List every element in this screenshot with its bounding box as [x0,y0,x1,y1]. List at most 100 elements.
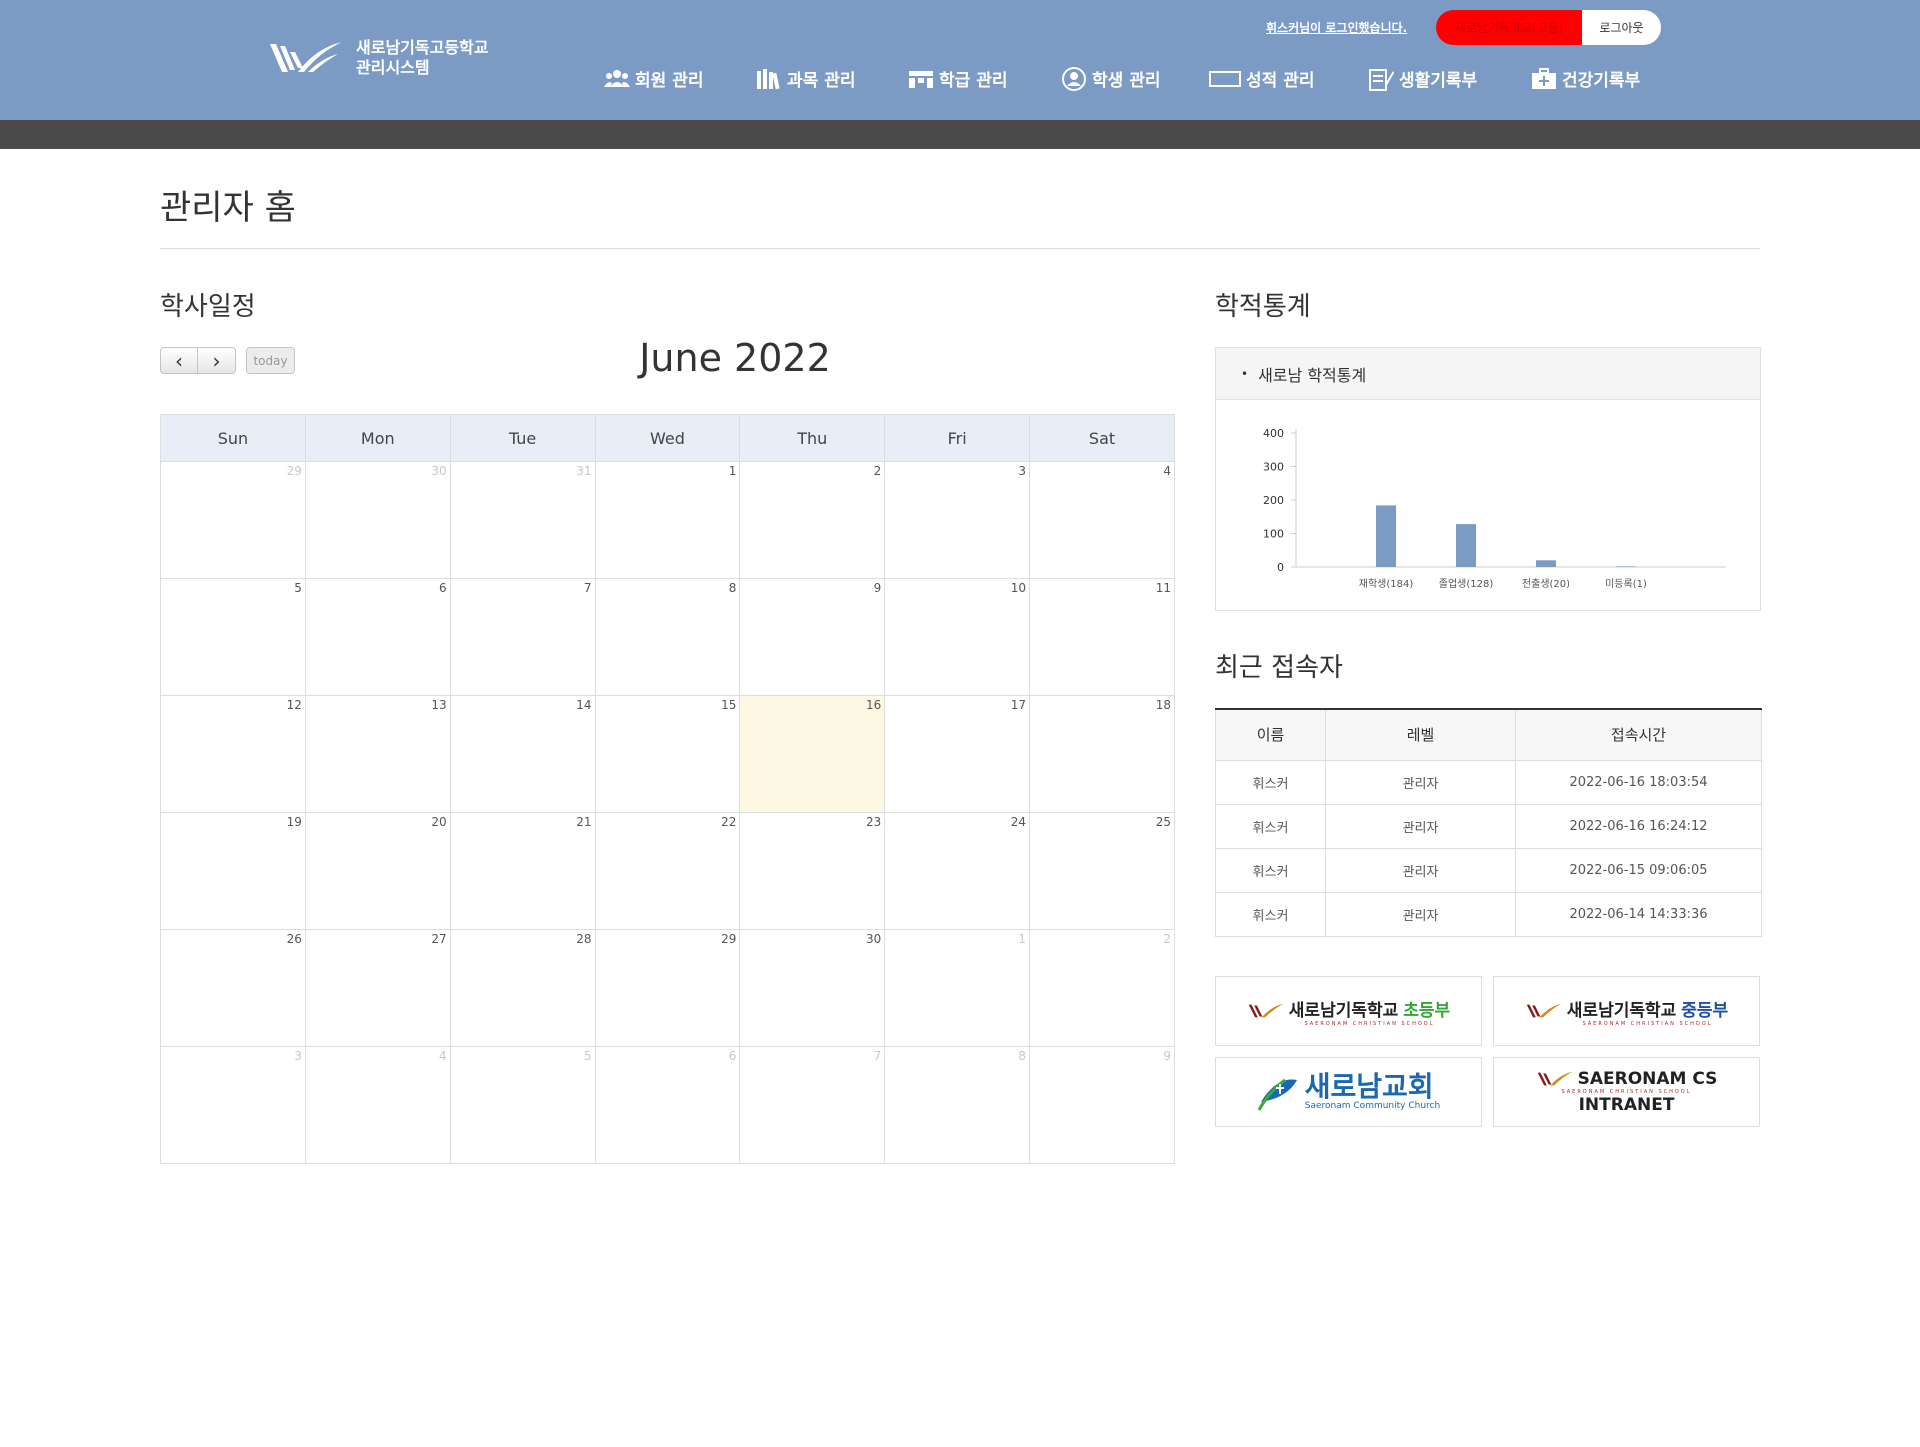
calendar-day[interactable]: 11 [1029,578,1175,696]
calendar-day[interactable]: 2 [739,461,886,579]
school-logo[interactable]: 새로남기독고등학교 관리시스템 [268,38,488,78]
calendar-day[interactable]: 6 [594,1046,741,1164]
day-number: 5 [583,1049,592,1063]
nav-member-management[interactable]: 회원 관리 [604,66,756,91]
calendar-day[interactable]: 4 [1029,461,1175,579]
calendar-day[interactable]: 15 [594,695,741,813]
calendar-day[interactable]: 29 [594,929,741,1047]
chart-bar[interactable] [1456,524,1476,567]
day-number: 12 [286,698,302,712]
header-divider-strip [0,120,1920,149]
logout-button[interactable]: 로그아웃 [1582,10,1661,45]
prev-month-button[interactable]: ‹ [160,347,198,374]
users-icon [604,69,630,87]
calendar-body: 29 30 31 1 2 3 4 5 6 7 8 9 10 11 12 13 14 15 16 17 18 19 20 21 2… [160,461,1175,1164]
nav-subject-management[interactable]: 과목 관리 [756,66,908,91]
day-number: 1 [1018,932,1027,946]
calendar-day[interactable]: 8 [884,1046,1031,1164]
weekday-header: Sun [160,414,306,462]
nav-grade-management[interactable]: 성적 관리 [1209,66,1368,91]
day-number: 23 [865,815,882,829]
calendar-day[interactable]: 17 [884,695,1031,813]
calendar-day[interactable]: 10 [884,578,1031,696]
calendar-day[interactable]: 13 [304,695,451,813]
calendar-day[interactable]: 18 [1029,695,1175,813]
calendar-day[interactable]: 30 [304,461,451,579]
calendar-day[interactable]: 5 [160,578,306,696]
elementary-school-link[interactable]: 새로남기독학교 초등부 SAERONAM CHRISTIAN SCHOOL [1215,976,1482,1046]
nav-label: 학급 관리 [939,71,1008,91]
calendar-day[interactable]: 14 [449,695,596,813]
nav-label: 회원 관리 [635,71,704,91]
day-number: 3 [1018,464,1027,478]
user-school-badge[interactable]: 새로남기독학교(고등) [1436,10,1582,45]
visitor-time-cell: 2022-06-15 09:06:05 [1515,847,1762,893]
login-status-link[interactable]: 휘스커님이 로그인했습니다. [1266,19,1407,36]
church-link[interactable]: 새로남교회 Saeronam Community Church [1215,1057,1482,1127]
school-subtitle: SAERONAM CHRISTIAN SCHOOL [1304,1020,1435,1027]
visitors-section-title: 최근 접속자 [1215,653,1343,683]
day-number: 5 [294,581,302,595]
calendar-day[interactable]: 25 [1029,812,1175,930]
table-row: 휘스커 관리자 2022-06-16 16:24:12 [1215,803,1762,849]
chart-bar[interactable] [1376,505,1396,567]
calendar-day[interactable]: 22 [594,812,741,930]
column-header-level: 레벨 [1325,708,1516,761]
nav-label: 학생 관리 [1092,71,1161,91]
calendar-month-title: June 2022 [639,336,831,380]
nav-life-record[interactable]: 생활기록부 [1368,66,1531,91]
calendar-day[interactable]: 29 [160,461,306,579]
intranet-link[interactable]: SAERONAM CS SAERONAM CHRISTIAN SCHOOL IN… [1493,1057,1760,1127]
calendar-day[interactable]: 1 [594,461,741,579]
calendar-day[interactable]: 5 [449,1046,596,1164]
chart-bar[interactable] [1616,566,1636,567]
table-row: 휘스커 관리자 2022-06-15 09:06:05 [1215,847,1762,893]
weekday-header: Wed [594,414,741,462]
visitor-time-cell: 2022-06-14 14:33:36 [1515,891,1762,937]
calendar-day[interactable]: 9 [1029,1046,1175,1164]
calendar-day[interactable]: 7 [449,578,596,696]
school-logo-icon [1248,1003,1284,1018]
nav-class-management[interactable]: 학급 관리 [908,66,1061,91]
middle-school-link[interactable]: 새로남기독학교 중등부 SAERONAM CHRISTIAN SCHOOL [1493,976,1760,1046]
chevron-left-icon: ‹ [175,348,183,373]
calendar-day[interactable]: 9 [739,578,886,696]
calendar-day[interactable]: 1 [884,929,1031,1047]
day-number: 28 [576,932,592,946]
today-button[interactable]: today [246,347,295,374]
next-month-button[interactable]: › [198,347,236,374]
calendar-day[interactable]: 30 [739,929,886,1047]
calendar-day[interactable]: 23 [739,812,886,930]
day-number: 30 [431,464,447,478]
calendar-day[interactable]: 20 [304,812,451,930]
calendar-week-row: 12 13 14 15 16 17 18 [160,695,1175,813]
calendar-day[interactable]: 7 [739,1046,886,1164]
calendar-day[interactable]: 8 [594,578,741,696]
visitor-level-cell: 관리자 [1325,759,1516,805]
chart-bar[interactable] [1536,560,1556,567]
calendar-day[interactable]: 31 [449,461,596,579]
calendar-day[interactable]: 12 [160,695,306,813]
calendar-day[interactable]: 26 [160,929,306,1047]
calendar-day[interactable]: 21 [449,812,596,930]
calendar-day-today[interactable]: 16 [739,695,886,813]
calendar-day[interactable]: 19 [160,812,306,930]
visitors-header-row: 이름 레벨 접속시간 [1215,708,1762,761]
calendar-day[interactable]: 3 [160,1046,306,1164]
nav-student-management[interactable]: 학생 관리 [1061,66,1209,91]
weekday-header: Fri [884,414,1031,462]
calendar-controls: ‹ › today [160,347,295,374]
nav-health-record[interactable]: 건강기록부 [1531,66,1640,91]
school-name-line2: 관리시스템 [356,58,430,77]
calendar-day[interactable]: 4 [304,1046,451,1164]
calendar-day[interactable]: 28 [449,929,596,1047]
calendar-day[interactable]: 6 [304,578,451,696]
visitors-body: 휘스커 관리자 2022-06-16 18:03:54 휘스커 관리자 2022-06-1… [1215,759,1762,937]
calendar-day[interactable]: 3 [884,461,1031,579]
calendar-day[interactable]: 2 [1029,929,1175,1047]
nav-label: 건강기록부 [1562,71,1641,91]
calendar-day[interactable]: 24 [884,812,1031,930]
calendar-week-row: 5 6 7 8 9 10 11 [160,578,1175,696]
elementary-division: 초등부 [1403,1000,1451,1021]
calendar-day[interactable]: 27 [304,929,451,1047]
